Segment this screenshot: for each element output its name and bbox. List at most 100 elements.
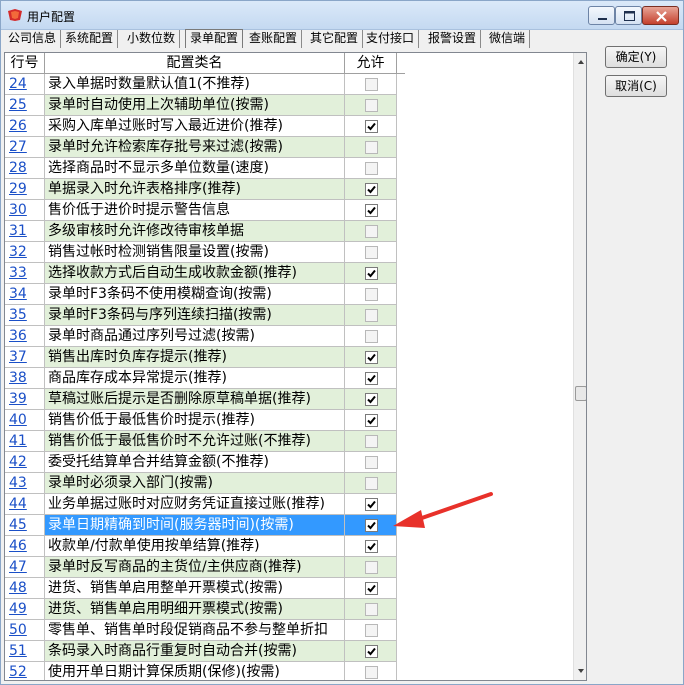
allow-checkbox[interactable] — [365, 540, 378, 553]
tab-system-config[interactable]: 系统配置 — [61, 30, 119, 48]
table-row[interactable]: 25 录单时自动使用上次辅助单位(按需) — [5, 95, 397, 116]
row-number: 38 — [5, 368, 45, 389]
table-row[interactable]: 49 进货、销售单启用明细开票模式(按需) — [5, 599, 397, 620]
table-row[interactable]: 47 录单时反写商品的主货位/主供应商(推荐) — [5, 557, 397, 578]
row-number: 46 — [5, 536, 45, 557]
tab-decimal-places[interactable]: 小数位数 — [123, 30, 181, 48]
table-row[interactable]: 41 销售价低于最低售价时不允许过账(不推荐) — [5, 431, 397, 452]
close-button[interactable] — [642, 6, 679, 25]
allow-checkbox[interactable] — [365, 351, 378, 364]
table-row[interactable]: 50 零售单、销售单时段促销商品不参与整单折扣 — [5, 620, 397, 641]
row-number: 37 — [5, 347, 45, 368]
confirm-button[interactable]: 确定(Y) — [605, 46, 667, 68]
allow-cell — [345, 95, 397, 116]
table-row[interactable]: 42 委受托结算单合并结算金额(不推荐) — [5, 452, 397, 473]
table-row[interactable]: 33 选择收款方式后自动生成收款金额(推荐) — [5, 263, 397, 284]
allow-checkbox[interactable] — [365, 330, 378, 343]
table-row[interactable]: 52 使用开单日期计算保质期(保修)(按需) — [5, 662, 397, 680]
allow-checkbox[interactable] — [365, 288, 378, 301]
annotation-arrow-icon — [393, 492, 493, 528]
allow-checkbox[interactable] — [365, 582, 378, 595]
config-name: 录单时F3条码与序列连续扫描(按需) — [45, 305, 345, 326]
allow-cell — [345, 326, 397, 347]
allow-checkbox[interactable] — [365, 603, 378, 616]
tab-wechat[interactable]: 微信端 — [485, 30, 531, 48]
row-number: 45 — [5, 515, 45, 536]
row-number: 44 — [5, 494, 45, 515]
allow-checkbox[interactable] — [365, 246, 378, 259]
config-name: 销售出库时负库存提示(推荐) — [45, 347, 345, 368]
scroll-up-icon[interactable] — [575, 56, 587, 68]
checkmark-icon — [367, 374, 376, 383]
tab-alarm-settings[interactable]: 报警设置 — [424, 30, 482, 48]
allow-checkbox[interactable] — [365, 477, 378, 490]
table-row[interactable]: 28 选择商品时不显示多单位数量(速度) — [5, 158, 397, 179]
allow-checkbox[interactable] — [365, 414, 378, 427]
table-row[interactable]: 46 收款单/付款单使用按单结算(推荐) — [5, 536, 397, 557]
row-number: 49 — [5, 599, 45, 620]
table-row[interactable]: 51 条码录入时商品行重复时自动合并(按需) — [5, 641, 397, 662]
checkmark-icon — [367, 122, 376, 131]
scrollbar-thumb[interactable] — [575, 386, 586, 401]
table-row[interactable]: 44 业务单据过账时对应财务凭证直接过账(推荐) — [5, 494, 397, 515]
grid-header: 行号 配置类名 允许 — [5, 53, 405, 74]
allow-checkbox[interactable] — [365, 456, 378, 469]
table-row[interactable]: 48 进货、销售单启用整单开票模式(按需) — [5, 578, 397, 599]
table-row[interactable]: 34 录单时F3条码不使用模糊查询(按需) — [5, 284, 397, 305]
allow-checkbox[interactable] — [365, 561, 378, 574]
table-row[interactable]: 29 单据录入时允许表格排序(推荐) — [5, 179, 397, 200]
column-header-config-name[interactable]: 配置类名 — [45, 53, 345, 74]
vertical-scrollbar[interactable] — [573, 53, 587, 680]
allow-cell — [345, 305, 397, 326]
table-row[interactable]: 39 草稿过账后提示是否删除原草稿单据(推荐) — [5, 389, 397, 410]
table-row[interactable]: 35 录单时F3条码与序列连续扫描(按需) — [5, 305, 397, 326]
minimize-button[interactable] — [588, 6, 615, 25]
allow-checkbox[interactable] — [365, 141, 378, 154]
table-row[interactable]: 38 商品库存成本异常提示(推荐) — [5, 368, 397, 389]
allow-checkbox[interactable] — [365, 645, 378, 658]
allow-checkbox[interactable] — [365, 309, 378, 322]
allow-checkbox[interactable] — [365, 624, 378, 637]
allow-checkbox[interactable] — [365, 498, 378, 511]
column-header-row-number[interactable]: 行号 — [5, 53, 45, 74]
allow-checkbox[interactable] — [365, 435, 378, 448]
config-name: 售价低于进价时提示警告信息 — [45, 200, 345, 221]
table-row[interactable]: 30 售价低于进价时提示警告信息 — [5, 200, 397, 221]
allow-checkbox[interactable] — [365, 225, 378, 238]
row-number: 28 — [5, 158, 45, 179]
checkmark-icon — [367, 353, 376, 362]
allow-checkbox[interactable] — [365, 393, 378, 406]
allow-checkbox[interactable] — [365, 120, 378, 133]
allow-checkbox[interactable] — [365, 666, 378, 679]
table-row[interactable]: 40 销售价低于最低售价时提示(推荐) — [5, 410, 397, 431]
table-row[interactable]: 27 录单时允许检索库存批号来过滤(按需) — [5, 137, 397, 158]
allow-checkbox[interactable] — [365, 99, 378, 112]
allow-checkbox[interactable] — [365, 519, 378, 532]
maximize-button[interactable] — [615, 6, 642, 25]
column-header-allow[interactable]: 允许 — [345, 53, 397, 74]
allow-checkbox[interactable] — [365, 372, 378, 385]
allow-checkbox[interactable] — [365, 162, 378, 175]
table-row[interactable]: 32 销售过帐时检测销售限量设置(按需) — [5, 242, 397, 263]
scroll-down-icon[interactable] — [575, 665, 587, 677]
table-row[interactable]: 37 销售出库时负库存提示(推荐) — [5, 347, 397, 368]
table-row[interactable]: 26 采购入库单过账时写入最近进价(推荐) — [5, 116, 397, 137]
allow-checkbox[interactable] — [365, 204, 378, 217]
table-row[interactable]: 24 录入单据时数量默认值1(不推荐) — [5, 74, 397, 95]
allow-checkbox[interactable] — [365, 78, 378, 91]
allow-checkbox[interactable] — [365, 267, 378, 280]
cancel-button[interactable]: 取消(C) — [605, 75, 667, 97]
table-row[interactable]: 45 录单日期精确到时间(服务器时间)(按需) — [5, 515, 397, 536]
table-row[interactable]: 43 录单时必须录入部门(按需) — [5, 473, 397, 494]
allow-checkbox[interactable] — [365, 183, 378, 196]
tab-account-query-config[interactable]: 查账配置 — [245, 30, 303, 48]
config-name: 录单时反写商品的主货位/主供应商(推荐) — [45, 557, 345, 578]
tab-payment-interface[interactable]: 支付接口 — [362, 30, 420, 48]
table-row[interactable]: 31 多级审核时允许修改待审核单据 — [5, 221, 397, 242]
allow-cell — [345, 557, 397, 578]
row-number: 31 — [5, 221, 45, 242]
tab-other-config[interactable]: 其它配置 — [306, 30, 364, 48]
tab-entry-config[interactable]: 录单配置 — [185, 29, 244, 48]
tab-company-info[interactable]: 公司信息 — [4, 30, 62, 48]
table-row[interactable]: 36 录单时商品通过序列号过滤(按需) — [5, 326, 397, 347]
